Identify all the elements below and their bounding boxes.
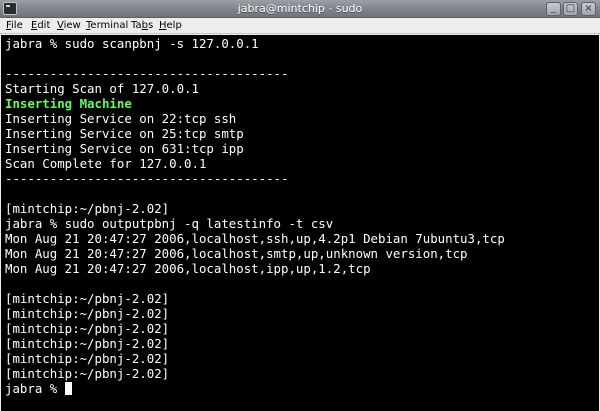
terminal-line: --------------------------------------	[5, 171, 289, 186]
terminal-line: [mintchip:~/pbnj-2.02]	[5, 306, 170, 321]
terminal-line: Mon Aug 21 20:47:27 2006,localhost,ipp,u…	[5, 261, 371, 276]
window-title: jabra@mintchip - sudo	[237, 2, 363, 15]
menu-terminal[interactable]: Terminal	[86, 18, 128, 34]
terminal-line: [mintchip:~/pbnj-2.02]	[5, 291, 170, 306]
menu-view[interactable]: View	[57, 18, 81, 34]
menu-edit[interactable]: Edit	[31, 18, 50, 34]
terminal-line: Inserting Service on 22:tcp ssh	[5, 111, 237, 126]
terminal-window: jabra@mintchip - sudo _ □ × File Edit Vi…	[0, 0, 600, 411]
terminal-line: [mintchip:~/pbnj-2.02]	[5, 321, 170, 336]
maximize-button[interactable]: □	[563, 2, 578, 16]
terminal-line: Scan Complete for 127.0.0.1	[5, 156, 207, 171]
menu-file[interactable]: File	[6, 18, 23, 34]
terminal-line: --------------------------------------	[5, 66, 289, 81]
close-button[interactable]: ×	[581, 2, 596, 16]
terminal-line: jabra % sudo outputpbnj -q latestinfo -t…	[5, 216, 334, 231]
menu-tabs[interactable]: Tabs	[131, 18, 153, 34]
terminal-line-highlight: Inserting Machine	[5, 96, 132, 111]
minimize-button[interactable]: _	[546, 2, 561, 16]
terminal-line: Mon Aug 21 20:47:27 2006,localhost,smtp,…	[5, 246, 468, 261]
terminal-line: jabra % sudo scanpbnj -s 127.0.0.1	[5, 36, 259, 51]
title-bar[interactable]: jabra@mintchip - sudo _ □ ×	[0, 0, 600, 18]
menu-bar: File Edit View Terminal Tabs Help	[0, 18, 600, 34]
terminal-line: [mintchip:~/pbnj-2.02]	[5, 336, 170, 351]
terminal-line: [mintchip:~/pbnj-2.02]	[5, 351, 170, 366]
terminal-line: Starting Scan of 127.0.0.1	[5, 81, 199, 96]
prompt-text: jabra %	[5, 381, 65, 396]
terminal-line: Inserting Service on 631:tcp ipp	[5, 141, 244, 156]
terminal-line: [mintchip:~/pbnj-2.02]	[5, 366, 170, 381]
terminal-line: [mintchip:~/pbnj-2.02]	[5, 201, 170, 216]
terminal-line: Inserting Service on 25:tcp smtp	[5, 126, 244, 141]
text-cursor	[64, 382, 72, 395]
terminal-prompt-line[interactable]: jabra %	[5, 381, 72, 396]
terminal-line: Mon Aug 21 20:47:27 2006,localhost,ssh,u…	[5, 231, 505, 246]
terminal-output[interactable]: jabra % sudo scanpbnj -s 127.0.0.1 -----…	[1, 35, 599, 411]
menu-help[interactable]: Help	[159, 18, 182, 34]
